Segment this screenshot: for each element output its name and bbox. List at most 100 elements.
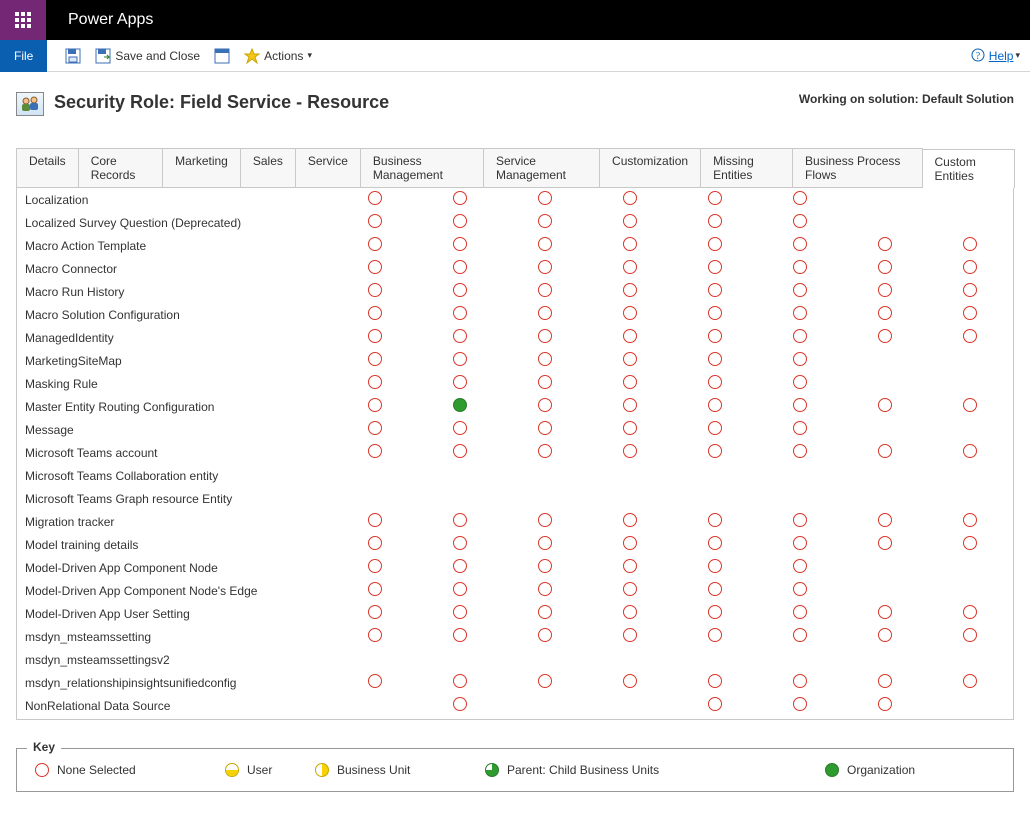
permission-cell[interactable] bbox=[588, 418, 673, 441]
permission-cell[interactable] bbox=[588, 188, 673, 211]
tab-business-process-flows[interactable]: Business Process Flows bbox=[792, 148, 922, 187]
permission-cell[interactable] bbox=[503, 694, 588, 717]
permission-cell[interactable] bbox=[503, 234, 588, 257]
permission-cell[interactable] bbox=[588, 234, 673, 257]
permission-cell[interactable] bbox=[673, 395, 758, 418]
permission-cell[interactable] bbox=[418, 487, 503, 510]
permission-cell[interactable] bbox=[843, 510, 928, 533]
permission-cell[interactable] bbox=[843, 280, 928, 303]
permission-cell[interactable] bbox=[503, 349, 588, 372]
permission-cell[interactable] bbox=[588, 464, 673, 487]
permission-cell[interactable] bbox=[758, 441, 843, 464]
permission-cell[interactable] bbox=[503, 648, 588, 671]
tab-sales[interactable]: Sales bbox=[240, 148, 296, 187]
permission-cell[interactable] bbox=[843, 349, 928, 372]
permission-cell[interactable] bbox=[843, 602, 928, 625]
permission-cell[interactable] bbox=[673, 487, 758, 510]
permission-cell[interactable] bbox=[673, 625, 758, 648]
permission-cell[interactable] bbox=[758, 579, 843, 602]
permission-cell[interactable] bbox=[928, 487, 1013, 510]
permission-cell[interactable] bbox=[333, 418, 418, 441]
permission-cell[interactable] bbox=[928, 533, 1013, 556]
permission-cell[interactable] bbox=[418, 211, 503, 234]
permission-cell[interactable] bbox=[843, 717, 928, 719]
permission-cell[interactable] bbox=[758, 257, 843, 280]
permission-cell[interactable] bbox=[843, 487, 928, 510]
permission-cell[interactable] bbox=[843, 395, 928, 418]
permission-cell[interactable] bbox=[843, 464, 928, 487]
permission-cell[interactable] bbox=[588, 280, 673, 303]
permission-cell[interactable] bbox=[588, 349, 673, 372]
permission-cell[interactable] bbox=[928, 234, 1013, 257]
permission-cell[interactable] bbox=[928, 671, 1013, 694]
permission-cell[interactable] bbox=[503, 510, 588, 533]
permission-cell[interactable] bbox=[588, 441, 673, 464]
permission-cell[interactable] bbox=[928, 349, 1013, 372]
permission-cell[interactable] bbox=[928, 579, 1013, 602]
permission-cell[interactable] bbox=[588, 533, 673, 556]
permission-cell[interactable] bbox=[418, 303, 503, 326]
permission-cell[interactable] bbox=[588, 579, 673, 602]
permission-cell[interactable] bbox=[673, 602, 758, 625]
permission-cell[interactable] bbox=[758, 349, 843, 372]
permission-cell[interactable] bbox=[843, 326, 928, 349]
permission-cell[interactable] bbox=[673, 188, 758, 211]
app-launcher-icon[interactable] bbox=[0, 0, 46, 40]
permission-cell[interactable] bbox=[418, 648, 503, 671]
permission-cell[interactable] bbox=[333, 464, 418, 487]
tab-business-management[interactable]: Business Management bbox=[360, 148, 484, 187]
permission-cell[interactable] bbox=[673, 303, 758, 326]
permission-cell[interactable] bbox=[503, 579, 588, 602]
permission-cell[interactable] bbox=[588, 326, 673, 349]
permission-cell[interactable] bbox=[418, 372, 503, 395]
permission-cell[interactable] bbox=[333, 556, 418, 579]
help-link[interactable]: ? Help ▾ bbox=[971, 48, 1030, 64]
permission-cell[interactable] bbox=[928, 188, 1013, 211]
permission-cell[interactable] bbox=[843, 257, 928, 280]
permission-cell[interactable] bbox=[418, 533, 503, 556]
permission-cell[interactable] bbox=[673, 280, 758, 303]
permission-cell[interactable] bbox=[673, 441, 758, 464]
permission-cell[interactable] bbox=[758, 188, 843, 211]
permission-cell[interactable] bbox=[418, 418, 503, 441]
permission-cell[interactable] bbox=[673, 671, 758, 694]
permission-cell[interactable] bbox=[418, 464, 503, 487]
permission-cell[interactable] bbox=[673, 349, 758, 372]
unknown-command-button[interactable] bbox=[210, 46, 234, 66]
permission-cell[interactable] bbox=[758, 694, 843, 717]
permission-cell[interactable] bbox=[673, 257, 758, 280]
permission-cell[interactable] bbox=[928, 717, 1013, 719]
permission-cell[interactable] bbox=[418, 510, 503, 533]
permission-cell[interactable] bbox=[333, 487, 418, 510]
permission-cell[interactable] bbox=[928, 372, 1013, 395]
permission-cell[interactable] bbox=[333, 533, 418, 556]
tab-marketing[interactable]: Marketing bbox=[162, 148, 241, 187]
permission-cell[interactable] bbox=[333, 602, 418, 625]
tab-core-records[interactable]: Core Records bbox=[78, 148, 163, 187]
permission-cell[interactable] bbox=[333, 694, 418, 717]
permission-cell[interactable] bbox=[758, 510, 843, 533]
permission-cell[interactable] bbox=[928, 441, 1013, 464]
permission-cell[interactable] bbox=[503, 464, 588, 487]
permission-cell[interactable] bbox=[843, 418, 928, 441]
permission-cell[interactable] bbox=[758, 395, 843, 418]
permission-cell[interactable] bbox=[758, 418, 843, 441]
permission-cell[interactable] bbox=[418, 395, 503, 418]
permission-cell[interactable] bbox=[333, 349, 418, 372]
permission-cell[interactable] bbox=[333, 211, 418, 234]
permission-cell[interactable] bbox=[333, 188, 418, 211]
permission-cell[interactable] bbox=[503, 395, 588, 418]
permission-cell[interactable] bbox=[418, 694, 503, 717]
permission-cell[interactable] bbox=[843, 625, 928, 648]
permission-cell[interactable] bbox=[758, 556, 843, 579]
actions-menu[interactable]: Actions ▾ bbox=[240, 46, 316, 66]
tab-service-management[interactable]: Service Management bbox=[483, 148, 600, 187]
permission-cell[interactable] bbox=[588, 257, 673, 280]
permission-cell[interactable] bbox=[758, 648, 843, 671]
permission-cell[interactable] bbox=[843, 533, 928, 556]
permission-cell[interactable] bbox=[843, 694, 928, 717]
permission-cell[interactable] bbox=[673, 234, 758, 257]
permission-cell[interactable] bbox=[758, 717, 843, 719]
permission-cell[interactable] bbox=[928, 625, 1013, 648]
tab-missing-entities[interactable]: Missing Entities bbox=[700, 148, 793, 187]
